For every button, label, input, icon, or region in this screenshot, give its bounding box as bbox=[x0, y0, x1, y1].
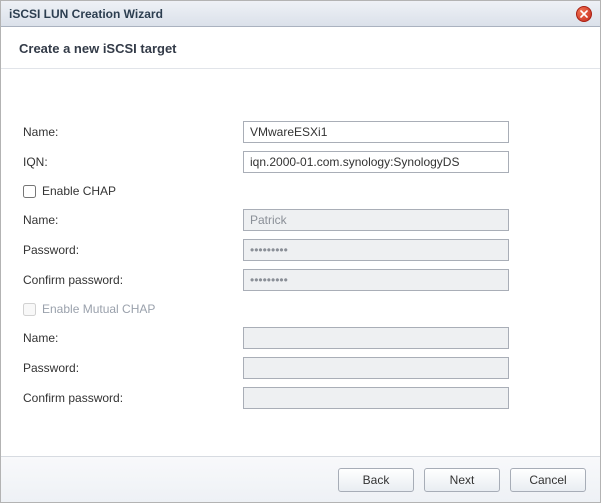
mutual-confirm-label: Confirm password: bbox=[23, 383, 243, 413]
chap-name-input bbox=[243, 209, 509, 231]
name-input[interactable] bbox=[243, 121, 509, 143]
mutual-password-label: Password: bbox=[23, 353, 243, 383]
enable-chap-checkbox[interactable] bbox=[23, 185, 36, 198]
chap-confirm-input bbox=[243, 269, 509, 291]
button-bar: Back Next Cancel bbox=[1, 456, 600, 502]
mutual-name-label: Name: bbox=[23, 323, 243, 353]
titlebar: iSCSI LUN Creation Wizard bbox=[1, 1, 600, 27]
content-area: Name: IQN: Enable CHAP Name: bbox=[1, 69, 600, 456]
mutual-name-input bbox=[243, 327, 509, 349]
next-button[interactable]: Next bbox=[424, 468, 500, 492]
enable-mutual-chap-checkbox bbox=[23, 303, 36, 316]
back-button[interactable]: Back bbox=[338, 468, 414, 492]
chap-password-input bbox=[243, 239, 509, 261]
chap-confirm-label: Confirm password: bbox=[23, 265, 243, 295]
cancel-button[interactable]: Cancel bbox=[510, 468, 586, 492]
page-title: Create a new iSCSI target bbox=[1, 27, 600, 69]
close-icon[interactable] bbox=[576, 6, 592, 22]
iqn-label: IQN: bbox=[23, 147, 243, 177]
window-title: iSCSI LUN Creation Wizard bbox=[9, 7, 163, 21]
chap-name-label: Name: bbox=[23, 205, 243, 235]
chap-password-label: Password: bbox=[23, 235, 243, 265]
mutual-confirm-input bbox=[243, 387, 509, 409]
name-label: Name: bbox=[23, 117, 243, 147]
iqn-input[interactable] bbox=[243, 151, 509, 173]
mutual-password-input bbox=[243, 357, 509, 379]
wizard-dialog: iSCSI LUN Creation Wizard Create a new i… bbox=[0, 0, 601, 503]
enable-chap-label: Enable CHAP bbox=[42, 184, 116, 198]
enable-mutual-chap-label: Enable Mutual CHAP bbox=[42, 302, 155, 316]
